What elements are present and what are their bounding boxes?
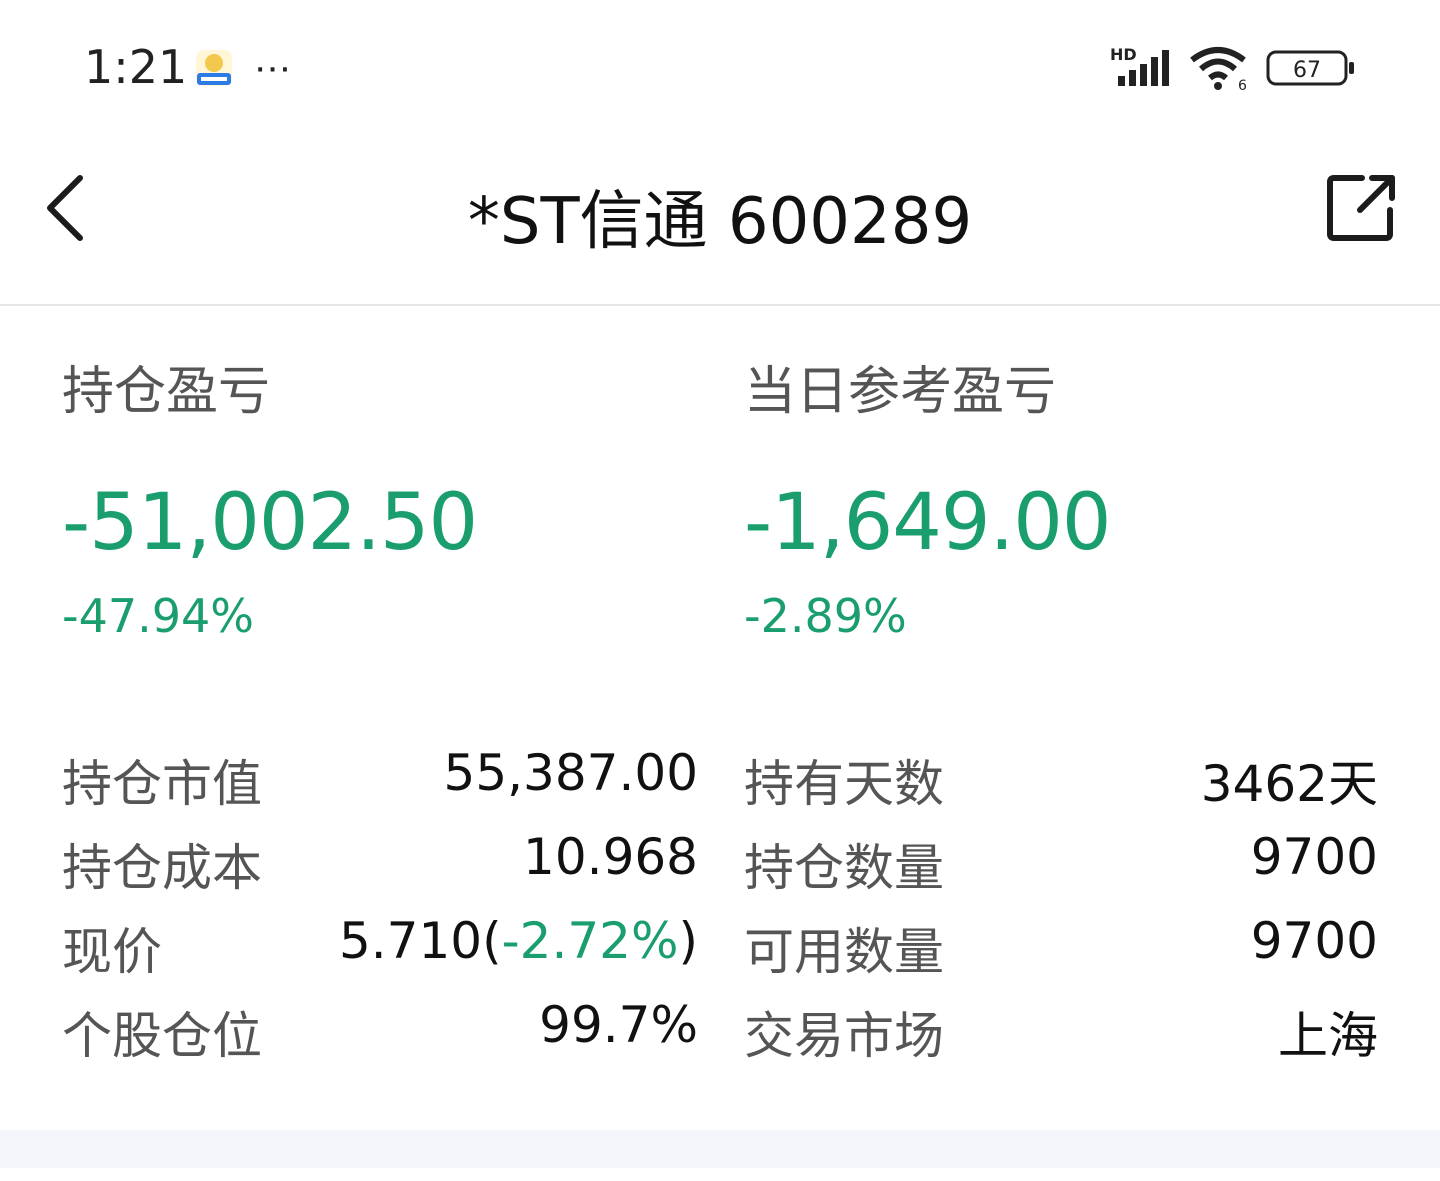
detail-row: 持仓成本 10.968 持仓数量 9700 — [62, 822, 1378, 906]
market-value-label: 持仓市值 — [62, 755, 262, 813]
price-change-open: ( — [482, 912, 502, 970]
detail-row: 持仓市值 55,387.00 持有天数 3462天 — [62, 738, 1378, 822]
share-external-icon — [1327, 175, 1395, 241]
nav-bar: *ST信通 600289 — [0, 130, 1440, 306]
section-divider — [0, 1130, 1440, 1168]
available-value: 9700 — [1250, 912, 1378, 970]
position-details: 持仓市值 55,387.00 持有天数 3462天 持仓成本 10.968 持仓… — [62, 738, 1378, 1074]
page-title: *ST信通 600289 — [467, 185, 973, 259]
cost-label: 持仓成本 — [62, 839, 262, 897]
status-time: 1:21 — [84, 40, 188, 94]
status-bar: 1:21 ··· HD 6 67 — [0, 0, 1440, 130]
position-pl-block: 持仓盈亏 -51,002.50 -47.94% — [62, 360, 478, 644]
daily-pl-value: -1,649.00 — [744, 478, 1111, 568]
holding-days-label: 持有天数 — [744, 755, 944, 813]
market-label: 交易市场 — [744, 1007, 944, 1065]
daily-pl-pct: -2.89% — [744, 589, 907, 643]
available-label: 可用数量 — [744, 923, 944, 981]
quantity-label: 持仓数量 — [744, 839, 944, 897]
more-notifications-icon: ··· — [256, 58, 294, 83]
position-pl-pct: -47.94% — [62, 589, 254, 643]
share-button[interactable] — [1320, 166, 1404, 250]
holding-days: 3462天 — [1200, 755, 1378, 813]
current-price: 5.710 — [338, 912, 483, 970]
dongbei-securities-app-icon — [196, 50, 232, 86]
weight-value: 99.7% — [539, 996, 698, 1054]
daily-pl-label: 当日参考盈亏 — [744, 362, 1057, 422]
detail-row: 个股仓位 99.7% 交易市场 上海 — [62, 990, 1378, 1074]
price-value-group: 5.710(-2.72%) — [339, 912, 698, 970]
price-change-pct: -2.72% — [501, 912, 679, 970]
cost-value: 10.968 — [523, 828, 698, 886]
quantity-value: 9700 — [1250, 828, 1378, 886]
daily-pl-block: 当日参考盈亏 -1,649.00 -2.89% — [744, 360, 1111, 644]
svg-text:6: 6 — [1238, 78, 1247, 92]
position-detail-page: 1:21 ··· HD 6 67 *ST信通 600289 持仓盈亏 -51,0… — [0, 0, 1440, 1181]
battery-icon: 67 — [1266, 50, 1354, 86]
signal-hd-label: HD — [1110, 45, 1137, 64]
market-value-text: 上海 — [1278, 1007, 1378, 1065]
wifi-icon: 6 — [1190, 47, 1247, 92]
weight-label: 个股仓位 — [62, 1007, 262, 1065]
price-label: 现价 — [62, 923, 162, 981]
market-value: 55,387.00 — [443, 744, 698, 802]
price-change-close: ) — [678, 912, 698, 970]
position-pl-value: -51,002.50 — [62, 478, 478, 568]
battery-level: 67 — [1293, 58, 1321, 83]
cellular-signal-icon: HD — [1110, 45, 1169, 86]
position-pl-label: 持仓盈亏 — [62, 362, 271, 422]
detail-row: 现价 5.710(-2.72%) 可用数量 9700 — [62, 906, 1378, 990]
